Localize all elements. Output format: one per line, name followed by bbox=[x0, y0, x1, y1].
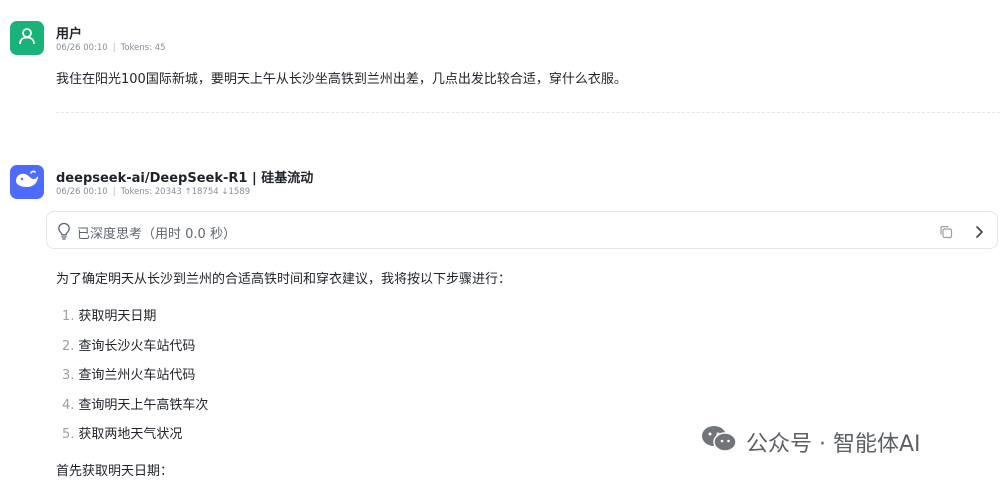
message-divider bbox=[56, 112, 1000, 113]
assistant-name: deepseek-ai/DeepSeek-R1 | 硅基流动 bbox=[56, 171, 314, 186]
step-text: 获取明天日期 bbox=[78, 309, 157, 324]
message-tokens: Tokens: 20343 ↑18754 ↓1589 bbox=[120, 187, 251, 197]
step-number: 1. bbox=[62, 309, 75, 324]
watermark-text: 公众号 · 智能体AI bbox=[746, 432, 921, 457]
message-tokens: Tokens: 45 bbox=[120, 43, 166, 53]
user-name: 用户 bbox=[56, 27, 83, 42]
user-message-text: 我住在阳光100国际新城，要明天上午从长沙坐高铁到兰州出差，几点出发比较合适，穿… bbox=[56, 72, 627, 87]
list-item: 5. 获取两地天气状况 bbox=[56, 423, 208, 453]
step-number: 2. bbox=[62, 338, 75, 354]
user-avatar bbox=[10, 21, 44, 55]
copy-icon[interactable] bbox=[939, 224, 953, 243]
assistant-intro-text: 为了确定明天从长沙到兰州的合适高铁时间和穿衣建议，我将按以下步骤进行： bbox=[56, 272, 512, 287]
step-number: 5. bbox=[62, 427, 75, 442]
step-text: 查询长沙火车站代码 bbox=[78, 338, 196, 354]
lightbulb-icon bbox=[57, 222, 71, 244]
whale-icon bbox=[14, 169, 40, 195]
step-number: 4. bbox=[62, 397, 75, 413]
wechat-icon bbox=[700, 424, 738, 460]
thinking-label: 已深度思考（用时 0.0 秒） bbox=[77, 227, 236, 242]
assistant-outro-text: 首先获取明天日期： bbox=[56, 464, 174, 479]
message-meta: 06/26 00:10 | Tokens: 45 bbox=[56, 43, 166, 53]
thinking-panel[interactable]: 已深度思考（用时 0.0 秒） bbox=[46, 211, 998, 249]
message-time: 06/26 00:10 bbox=[56, 187, 108, 197]
list-item: 4. 查询明天上午高铁车次 bbox=[56, 394, 208, 424]
assistant-avatar bbox=[10, 165, 44, 199]
message-time: 06/26 00:10 bbox=[56, 43, 108, 53]
step-list: 1. 获取明天日期 2. 查询长沙火车站代码 3. 查询兰州火车站代码 4. 查询明天上… bbox=[56, 305, 208, 453]
step-text: 查询明天上午高铁车次 bbox=[78, 397, 209, 413]
step-text: 获取两地天气状况 bbox=[78, 427, 183, 442]
list-item: 1. 获取明天日期 bbox=[56, 305, 208, 335]
list-item: 3. 查询兰州火车站代码 bbox=[56, 364, 208, 394]
user-message: 用户 06/26 00:10 | Tokens: 45 我住在阳光100国际新城，要… bbox=[10, 21, 998, 101]
step-number: 3. bbox=[62, 368, 75, 383]
chevron-right-icon[interactable] bbox=[973, 224, 985, 243]
message-meta: 06/26 00:10 | Tokens: 20343 ↑18754 ↓1589 bbox=[56, 187, 251, 197]
person-icon bbox=[17, 26, 37, 50]
list-item: 2. 查询长沙火车站代码 bbox=[56, 335, 208, 365]
watermark: 公众号 · 智能体AI bbox=[700, 424, 921, 460]
step-text: 查询兰州火车站代码 bbox=[78, 368, 196, 383]
